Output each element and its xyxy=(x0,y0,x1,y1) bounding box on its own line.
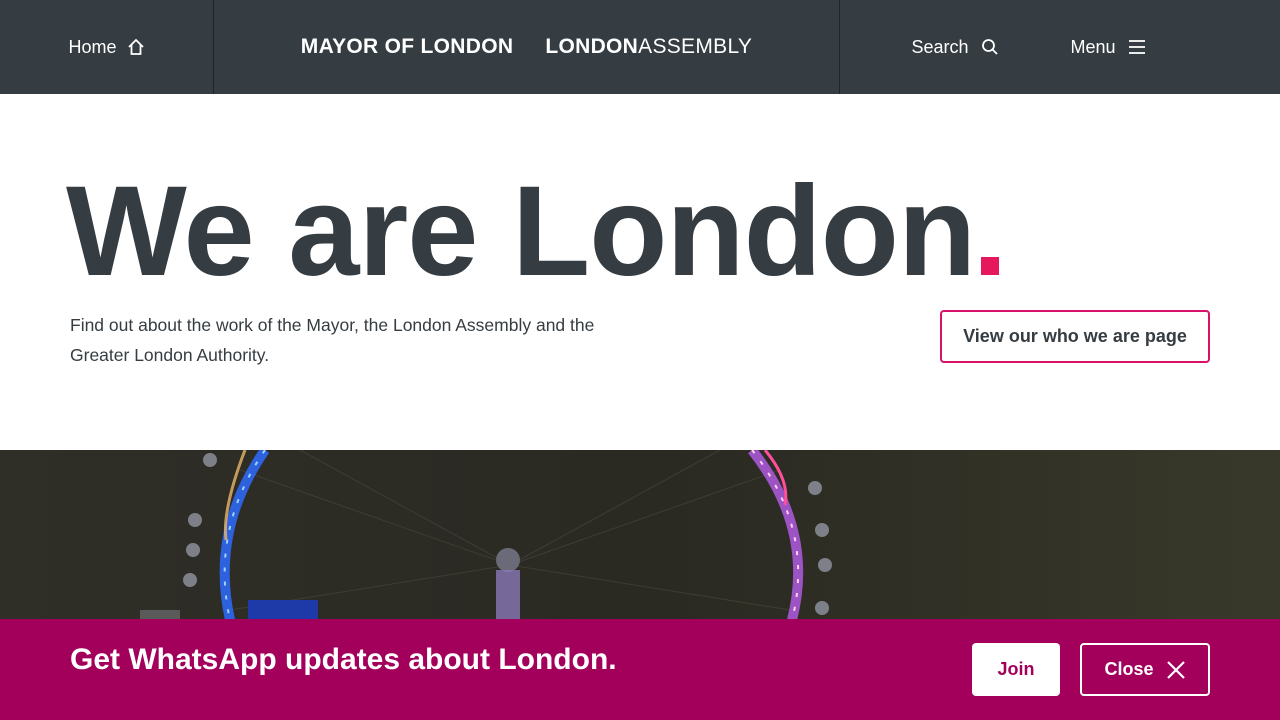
menu-button[interactable]: Menu xyxy=(1040,0,1176,94)
banner-text: Get WhatsApp updates about London. xyxy=(70,643,617,676)
london-assembly-logo[interactable]: LONDONASSEMBLY xyxy=(545,35,752,59)
whatsapp-banner: Get WhatsApp updates about London. Join … xyxy=(0,619,1280,720)
site-header: Home MAYOR OF LONDON LONDONASSEMBLY Sear… xyxy=(0,0,1280,94)
brand-logos: MAYOR OF LONDON LONDONASSEMBLY xyxy=(214,0,840,94)
home-label: Home xyxy=(68,36,117,57)
assembly-logo-bold: LONDON xyxy=(545,35,639,58)
home-link[interactable]: Home xyxy=(0,0,214,94)
join-button[interactable]: Join xyxy=(972,643,1060,696)
menu-label: Menu xyxy=(1070,36,1116,57)
close-icon xyxy=(1166,660,1186,680)
search-label: Search xyxy=(911,36,969,57)
mayor-of-london-logo[interactable]: MAYOR OF LONDON xyxy=(301,35,514,59)
hero-description: Find out about the work of the Mayor, th… xyxy=(70,315,595,365)
hamburger-icon xyxy=(1128,39,1146,55)
close-button[interactable]: Close xyxy=(1080,643,1210,696)
page-title-text: We are London xyxy=(66,160,976,303)
search-icon xyxy=(981,38,999,56)
who-we-are-button[interactable]: View our who we are page xyxy=(940,310,1210,363)
title-accent-dot xyxy=(981,257,1000,275)
close-label: Close xyxy=(1104,659,1154,679)
home-icon xyxy=(127,38,145,56)
page-title: We are London xyxy=(66,168,1000,296)
search-button[interactable]: Search xyxy=(880,0,1030,94)
assembly-logo-light: ASSEMBLY xyxy=(638,35,753,58)
